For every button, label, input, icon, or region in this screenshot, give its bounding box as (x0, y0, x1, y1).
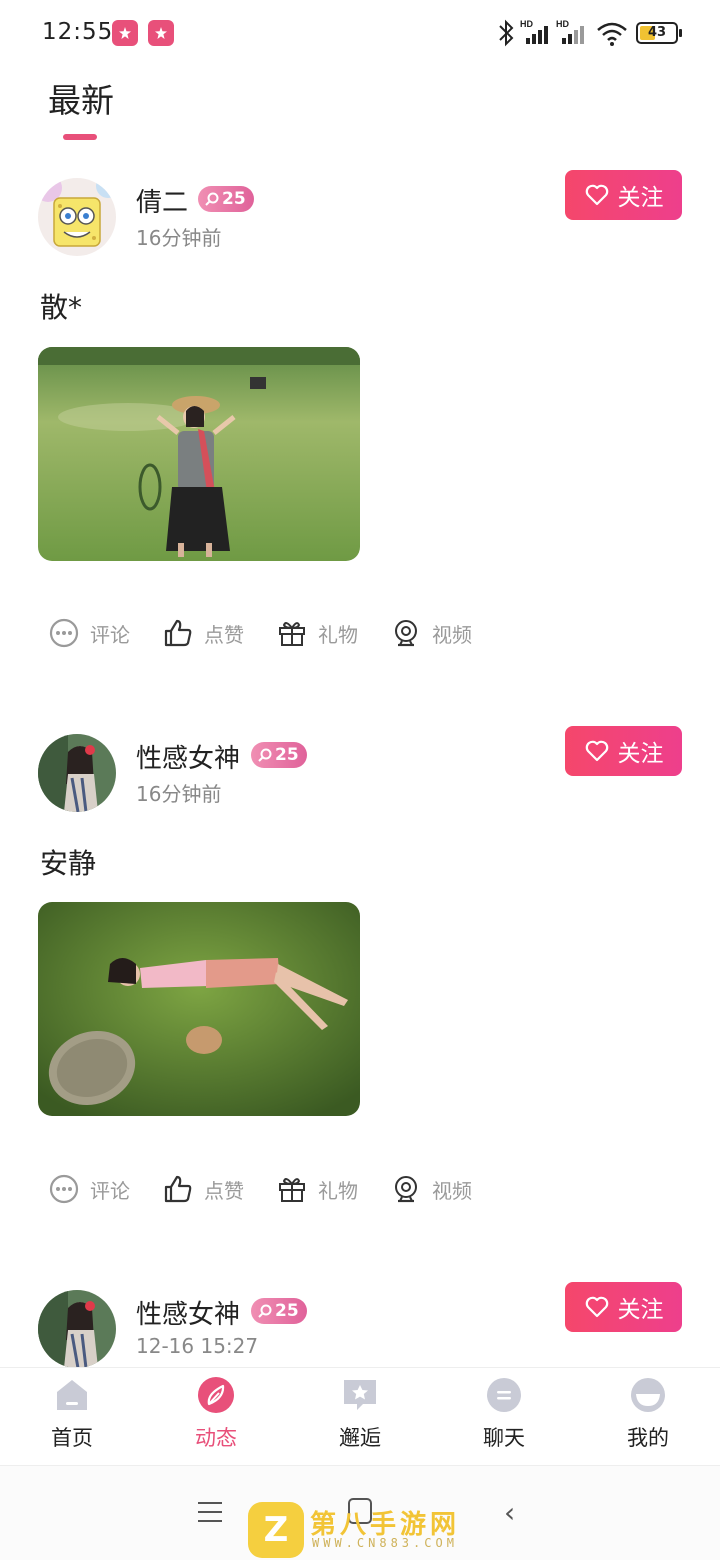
comment-icon (49, 1174, 79, 1204)
username[interactable]: 倩二 (136, 182, 188, 219)
gift-button[interactable]: 礼物 (276, 613, 358, 653)
nav-label: 动态 (195, 1426, 237, 1450)
like-button[interactable]: 点赞 (162, 1169, 244, 1209)
svg-text:HD: HD (520, 19, 533, 29)
cellular-signal-icon: HD (520, 19, 548, 44)
compass-icon (198, 1377, 234, 1413)
avatar[interactable] (38, 734, 116, 812)
gift-icon (279, 622, 305, 646)
home-icon (57, 1380, 87, 1410)
follow-button[interactable]: 关注 (565, 170, 682, 220)
post-time: 12-16 15:27 (136, 1334, 259, 1358)
battery-icon: 43 (636, 22, 682, 44)
status-bar: 12:55 HD HD 43 (0, 0, 720, 68)
battery-percent: 43 (647, 25, 667, 40)
back-icon[interactable]: ‹ (504, 1499, 515, 1527)
gift-label: 礼物 (318, 622, 358, 647)
post-actions: 评论 点赞 礼物 视频 (0, 1169, 720, 1209)
post-photo[interactable] (38, 347, 360, 561)
heart-icon (585, 184, 608, 206)
nav-moments[interactable]: 动态 (156, 1376, 276, 1462)
post-text: 散* (40, 291, 83, 324)
nav-chat[interactable]: 聊天 (444, 1376, 564, 1462)
follow-label: 关注 (617, 1297, 664, 1323)
gift-button[interactable]: 礼物 (276, 1169, 358, 1209)
like-label: 点赞 (204, 1178, 244, 1203)
app-notification-icon (148, 20, 174, 46)
search-icon (258, 1304, 272, 1318)
thumbs-up-icon (164, 1175, 192, 1203)
nav-label: 邂逅 (339, 1426, 381, 1450)
system-nav-bar: ‹ Z 第八手游网 WWW.CN883.COM (0, 1465, 720, 1560)
watermark-logo: Z (248, 1502, 304, 1558)
comment-button[interactable]: 评论 (48, 1169, 130, 1209)
comment-button[interactable]: 评论 (48, 613, 130, 653)
tab-indicator (63, 134, 97, 140)
heart-icon (585, 1296, 608, 1318)
svg-text:HD: HD (556, 19, 569, 29)
video-button[interactable]: 视频 (390, 1169, 472, 1209)
nav-encounter[interactable]: 邂逅 (300, 1376, 420, 1462)
heart-icon (585, 740, 608, 762)
comment-label: 评论 (90, 1178, 130, 1203)
level-badge: 25 (251, 1298, 307, 1324)
avatar[interactable] (38, 178, 116, 256)
level-value: 25 (275, 745, 299, 765)
post-photo[interactable] (38, 902, 360, 1116)
tab-latest[interactable]: 最新 (48, 74, 114, 122)
gift-icon (279, 1178, 305, 1202)
follow-label: 关注 (617, 741, 664, 767)
chat-icon (487, 1378, 521, 1412)
status-time: 12:55 (42, 19, 114, 45)
username[interactable]: 性感女神 (136, 738, 240, 775)
star-message-icon (344, 1380, 376, 1410)
search-icon (258, 748, 272, 762)
level-badge: 25 (251, 742, 307, 768)
level-value: 25 (275, 1301, 299, 1321)
follow-label: 关注 (617, 185, 664, 211)
video-button[interactable]: 视频 (390, 613, 472, 653)
nav-label: 聊天 (483, 1426, 525, 1450)
video-label: 视频 (432, 1178, 472, 1203)
nav-label: 首页 (51, 1426, 93, 1450)
like-label: 点赞 (204, 622, 244, 647)
search-icon (205, 192, 219, 206)
post-time: 16分钟前 (136, 226, 222, 250)
level-value: 25 (222, 189, 246, 209)
bottom-nav: 首页 动态 邂逅 聊天 我的 (0, 1367, 720, 1465)
video-label: 视频 (432, 622, 472, 647)
follow-button[interactable]: 关注 (565, 726, 682, 776)
thumbs-up-icon (164, 619, 192, 647)
cellular-signal-icon: HD (556, 19, 584, 44)
nav-label: 我的 (627, 1426, 669, 1450)
username[interactable]: 性感女神 (136, 1294, 240, 1331)
level-badge: 25 (198, 186, 254, 212)
camera-icon (395, 620, 417, 647)
bluetooth-icon (499, 19, 514, 47)
gift-label: 礼物 (318, 1178, 358, 1203)
watermark-url: WWW.CN883.COM (312, 1536, 458, 1550)
like-button[interactable]: 点赞 (162, 613, 244, 653)
menu-icon[interactable] (198, 1502, 222, 1524)
post-time: 16分钟前 (136, 782, 222, 806)
camera-icon (395, 1176, 417, 1203)
app-notification-icon (112, 20, 138, 46)
comment-label: 评论 (90, 622, 130, 647)
post-text: 安静 (40, 847, 97, 880)
avatar[interactable] (38, 1290, 116, 1368)
nav-profile[interactable]: 我的 (588, 1376, 708, 1462)
nav-home[interactable]: 首页 (12, 1376, 132, 1462)
wifi-icon (597, 22, 627, 46)
profile-icon (631, 1378, 665, 1412)
follow-button[interactable]: 关注 (565, 1282, 682, 1332)
comment-icon (49, 618, 79, 648)
post-actions: 评论 点赞 礼物 视频 (0, 613, 720, 653)
